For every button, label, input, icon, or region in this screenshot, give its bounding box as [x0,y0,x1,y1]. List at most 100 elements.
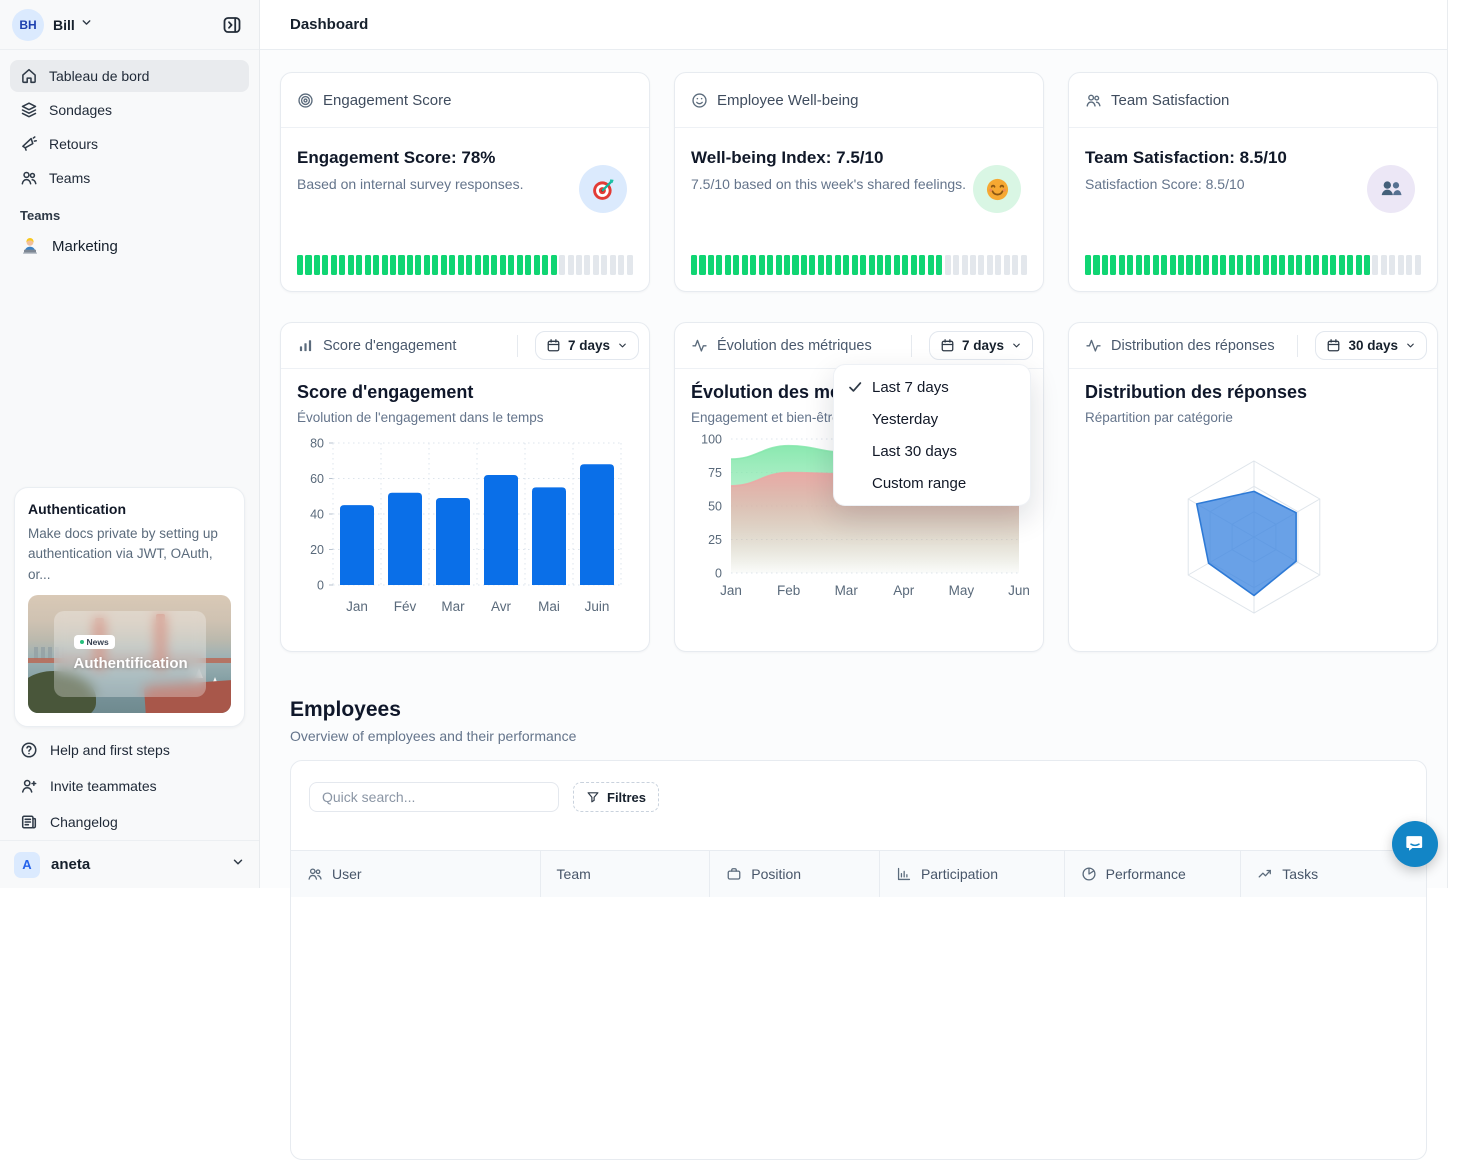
column-header-participation[interactable]: Participation [880,851,1065,897]
sidebar-item-label: Teams [49,170,90,186]
scrollbar-gutter[interactable] [1447,0,1458,888]
progress-segment [491,255,497,275]
sidebar-item-label: Marketing [52,238,118,255]
date-range-button[interactable]: 7 days [535,331,639,360]
sidebar-item-label: Sondages [49,102,112,118]
search-input[interactable] [309,782,559,812]
progress-segment [1296,255,1302,275]
funnel-icon [586,790,600,804]
date-range-button[interactable]: 7 days [929,331,1033,360]
engagement-chart-card: Score d'engagement 7 days Score d'engage… [280,322,650,652]
main-content: Dashboard Engagement Score Engagement Sc… [260,0,1458,888]
bar-chart-icon [896,866,912,882]
menu-item-yesterday[interactable]: Yesterday [834,403,1030,435]
progress-segment [1012,255,1018,275]
progress-segment [1004,255,1010,275]
date-range-label: 30 days [1348,338,1398,353]
progress-segment [441,255,447,275]
sidebar-item-help[interactable]: Help and first steps [10,732,249,768]
footer-item-label: Changelog [50,814,118,830]
chevron-down-icon[interactable] [80,16,93,34]
card-header: Évolution des métriques 7 days [675,323,1043,369]
users-icon [20,169,38,187]
progress-segment [415,255,421,275]
progress-segment [801,255,807,275]
progress-segment [936,255,942,275]
progress-segment [483,255,489,275]
date-range-button[interactable]: 30 days [1315,331,1427,360]
sidebar-section-teams: Teams [10,196,249,229]
check-icon [847,379,863,395]
progress-segment [767,255,773,275]
progress-segment [568,255,574,275]
chevron-down-icon [231,855,245,874]
progress-segment [877,255,883,275]
filters-button[interactable]: Filtres [573,782,659,812]
progress-segment [534,255,540,275]
sidebar-item-invite[interactable]: Invite teammates [10,768,249,804]
sidebar-collapse-button[interactable] [217,10,247,40]
column-label: Participation [921,866,998,882]
intercom-chat-button[interactable] [1392,821,1438,867]
progress-segment [1389,255,1395,275]
top-bar: Dashboard [260,0,1458,50]
progress-segment [466,255,472,275]
progress-segment [860,255,866,275]
progress-segment [742,255,748,275]
progress-segment [508,255,514,275]
metric-cards-row: Engagement Score Engagement Score: 78% B… [280,72,1438,292]
smiling-face-emoji [973,165,1021,213]
megaphone-icon [20,135,38,153]
sidebar-item-marketing[interactable]: Marketing [10,229,249,263]
progress-segment [1178,255,1184,275]
bar-chart: 020406080JanFévMarAvrMaiJuin [297,431,635,623]
progress-segment [390,255,396,275]
menu-item-custom-range[interactable]: Custom range [834,467,1030,499]
wellbeing-card: Employee Well-being Well-being Index: 7.… [674,72,1044,292]
authentication-promo-card[interactable]: Authentication Make docs private by sett… [14,487,245,727]
promo-image[interactable]: News Authentification [28,595,231,713]
column-header-position[interactable]: Position [710,851,880,897]
svg-text:100: 100 [701,433,722,447]
card-body: Score d'engagement Évolution de l'engage… [281,369,649,628]
progress-segment [1195,255,1201,275]
metric-title: Team Satisfaction: 8.5/10 [1085,148,1421,168]
progress-segment [911,255,917,275]
sidebar-item-feedback[interactable]: Retours [10,128,249,160]
date-range-label: 7 days [962,338,1004,353]
progress-bar [691,255,1027,275]
svg-text:Apr: Apr [893,583,915,598]
sidebar-item-changelog[interactable]: Changelog [10,804,249,840]
progress-segment [331,255,337,275]
progress-segment [1406,255,1412,275]
menu-item-last-7-days[interactable]: Last 7 days [834,371,1030,403]
progress-segment [1246,255,1252,275]
progress-segment [1212,255,1218,275]
menu-item-label: Custom range [872,475,966,492]
card-header: Distribution des réponses 30 days [1069,323,1437,369]
workspace-name[interactable]: Bill [53,17,75,33]
table-header-row: User Team Position Participation Perform… [291,850,1426,897]
column-header-team[interactable]: Team [541,851,711,897]
column-header-performance[interactable]: Performance [1065,851,1242,897]
column-label: User [332,866,362,882]
sidebar-item-surveys[interactable]: Sondages [10,94,249,126]
progress-segment [1288,255,1294,275]
target-icon [297,92,314,109]
sidebar-item-dashboard[interactable]: Tableau de bord [10,60,249,92]
account-switcher[interactable]: A aneta [0,840,259,888]
progress-segment [1093,255,1099,275]
layers-icon [20,101,38,119]
workspace-avatar[interactable]: BH [12,9,44,41]
progress-segment [475,255,481,275]
svg-text:Mar: Mar [835,583,859,598]
progress-segment [809,255,815,275]
sidebar-item-teams[interactable]: Teams [10,162,249,194]
progress-segment [356,255,362,275]
sidebar-item-label: Tableau de bord [49,68,149,84]
column-header-user[interactable]: User [291,851,541,897]
menu-item-label: Last 7 days [872,379,949,396]
menu-item-last-30-days[interactable]: Last 30 days [834,435,1030,467]
progress-segment [919,255,925,275]
employees-table-card: Filtres User Team Position Participation… [290,760,1427,1160]
